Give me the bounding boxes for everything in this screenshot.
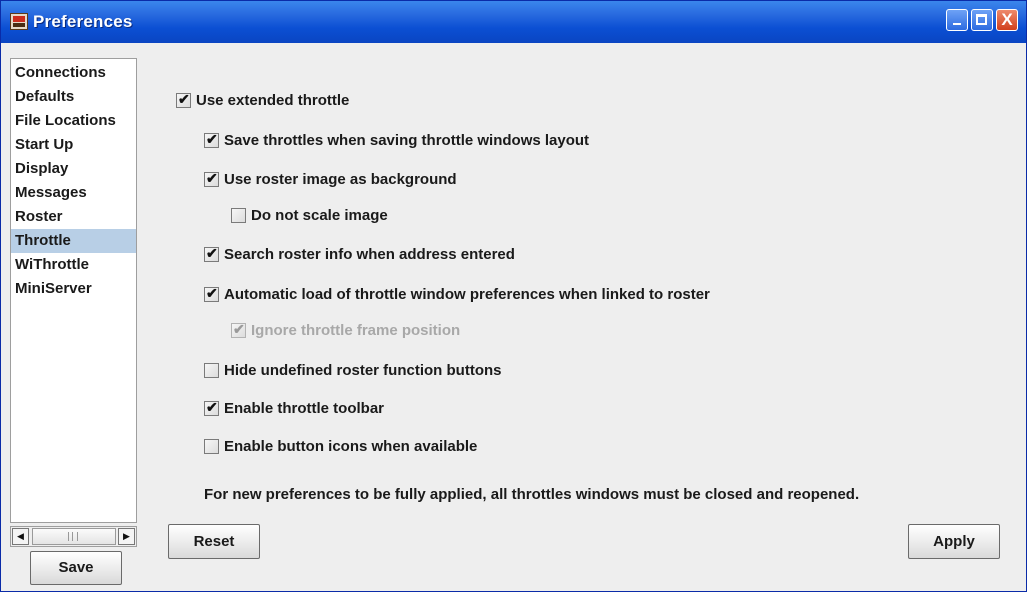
option-label: Ignore throttle frame position xyxy=(251,322,461,339)
option-label: Enable throttle toolbar xyxy=(224,400,385,417)
checkbox[interactable]: ✔ xyxy=(176,91,191,108)
sidebar-item-defaults[interactable]: Defaults xyxy=(11,85,136,109)
checkmark-icon: ✔ xyxy=(206,170,218,186)
maximize-button[interactable] xyxy=(971,9,993,31)
checkbox[interactable]: ✔ xyxy=(204,131,219,148)
sidebar-item-file-locations[interactable]: File Locations xyxy=(11,109,136,133)
checkbox[interactable]: ✔ xyxy=(204,170,219,187)
title-bar[interactable]: Preferences X xyxy=(1,1,1026,43)
minimize-button[interactable] xyxy=(946,9,968,31)
option-label: Do not scale image xyxy=(251,207,388,224)
close-icon: X xyxy=(1001,10,1013,29)
checkmark-icon: ✔ xyxy=(206,285,218,301)
sidebar-item-miniserver[interactable]: MiniServer xyxy=(11,277,136,301)
save-button[interactable]: Save xyxy=(30,551,122,585)
option-label: Save throttles when saving throttle wind… xyxy=(224,132,590,149)
close-button[interactable]: X xyxy=(996,9,1018,31)
checkmark-icon: ✔ xyxy=(233,321,245,337)
grip-icon xyxy=(68,532,78,541)
sidebar-item-throttle[interactable]: Throttle xyxy=(11,229,136,253)
checkmark-icon: ✔ xyxy=(206,245,218,261)
checkbox[interactable] xyxy=(204,439,219,454)
reset-button[interactable]: Reset xyxy=(168,524,260,559)
checkbox[interactable]: ✔ xyxy=(204,285,219,302)
option-label: Enable button icons when available xyxy=(224,438,478,455)
apply-button[interactable]: Apply xyxy=(908,524,1000,559)
sidebar-item-messages[interactable]: Messages xyxy=(11,181,136,205)
checkbox[interactable]: ✔ xyxy=(204,245,219,262)
scrollbar-thumb[interactable] xyxy=(32,528,116,545)
minimize-icon xyxy=(953,23,961,25)
checkbox[interactable] xyxy=(204,363,219,378)
window-title: Preferences xyxy=(33,12,133,31)
option-label: Use extended throttle xyxy=(196,92,350,109)
apply-notice-text: For new preferences to be fully applied,… xyxy=(204,486,860,503)
checkbox: ✔ xyxy=(231,321,246,338)
scroll-left-arrow-icon[interactable]: ◀ xyxy=(12,528,29,545)
checkmark-icon: ✔ xyxy=(206,131,218,147)
option-label: Hide undefined roster function buttons xyxy=(224,362,502,379)
option-label: Automatic load of throttle window prefer… xyxy=(224,286,710,303)
checkbox[interactable]: ✔ xyxy=(204,399,219,416)
preferences-window: Preferences X Connections Defaults File … xyxy=(0,0,1027,592)
app-window-icon xyxy=(10,13,28,30)
option-label: Search roster info when address entered xyxy=(224,246,515,263)
sidebar-item-withrottle[interactable]: WiThrottle xyxy=(11,253,136,277)
checkbox[interactable] xyxy=(231,208,246,223)
sidebar-horizontal-scrollbar[interactable]: ◀ ▶ xyxy=(10,526,137,547)
checkmark-icon: ✔ xyxy=(178,91,190,107)
scroll-right-arrow-icon[interactable]: ▶ xyxy=(118,528,135,545)
sidebar-item-connections[interactable]: Connections xyxy=(11,61,136,85)
sidebar-item-display[interactable]: Display xyxy=(11,157,136,181)
maximize-icon xyxy=(976,14,987,25)
sidebar-item-roster[interactable]: Roster xyxy=(11,205,136,229)
option-label: Use roster image as background xyxy=(224,171,457,188)
checkmark-icon: ✔ xyxy=(206,399,218,415)
sidebar-item-start-up[interactable]: Start Up xyxy=(11,133,136,157)
preferences-category-list: Connections Defaults File Locations Star… xyxy=(10,58,137,523)
